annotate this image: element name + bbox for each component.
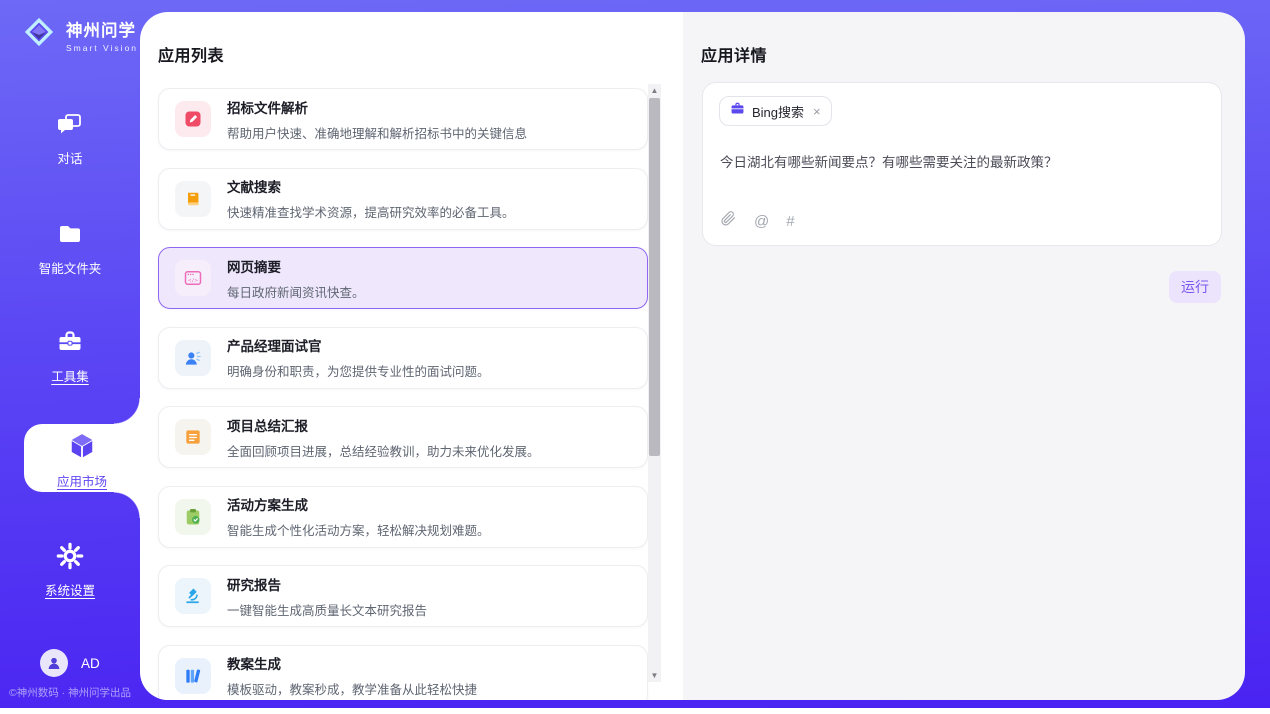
app-detail-panel: 应用详情 Bing搜索 × 今日湖北有哪些新闻要点？有哪些需要关注的最新政策？ (683, 12, 1245, 700)
sidebar: 神州问学 Smart Vision 对话 智能文件夹 (0, 0, 140, 708)
avatar (40, 649, 68, 677)
diamond-logo-icon (20, 13, 58, 56)
list-item-research-report[interactable]: 研究报告 一键智能生成高质量长文本研究报告 (158, 565, 648, 627)
sidebar-item-label: 对话 (0, 148, 140, 167)
app-list: 招标文件解析 帮助用户快速、准确地理解和解析招标书中的关键信息 文献搜索 快速精… (158, 88, 648, 700)
scroll-up-icon[interactable]: ▲ (648, 84, 661, 97)
briefcase-icon (730, 101, 745, 121)
list-item-literature-search[interactable]: 文献搜索 快速精准查找学术资源，提高研究效率的必备工具。 (158, 168, 648, 230)
sidebar-item-smart-folders[interactable]: 智能文件夹 (0, 220, 140, 277)
webpage-code-icon: </> (175, 260, 211, 296)
svg-text:</>: </> (188, 278, 199, 284)
sidebar-item-chat[interactable]: 对话 (0, 110, 140, 167)
sidebar-item-toolset[interactable]: 工具集 (0, 328, 140, 385)
toolbox-icon (56, 343, 84, 360)
tool-tag-label: Bing搜索 (752, 102, 804, 121)
app-name: 活动方案生成 (227, 494, 490, 514)
app-description: 全面回顾项目进展，总结经验教训，助力未来优化发展。 (227, 441, 540, 460)
app-description: 明确身份和职责，为您提供专业性的面试问题。 (227, 361, 490, 380)
list-scrollbar[interactable]: ▲ ▼ (648, 84, 661, 682)
sidebar-item-label: 智能文件夹 (0, 258, 140, 277)
chat-icon (56, 125, 84, 142)
app-name: 项目总结汇报 (227, 415, 540, 435)
user-initials: AD (81, 656, 100, 671)
list-item-bid-parsing[interactable]: 招标文件解析 帮助用户快速、准确地理解和解析招标书中的关键信息 (158, 88, 648, 150)
user-account[interactable]: AD (40, 649, 100, 677)
paperclip-icon[interactable] (720, 210, 737, 232)
at-mention-icon[interactable]: @ (754, 214, 769, 229)
app-description: 每日政府新闻资讯快查。 (227, 282, 365, 301)
microscope-icon (175, 578, 211, 614)
note-icon (175, 419, 211, 455)
sidebar-item-app-market[interactable]: 应用市场 (24, 424, 140, 492)
app-name: 文献搜索 (227, 176, 515, 196)
list-item-pm-interviewer[interactable]: 产品经理面试官 明确身份和职责，为您提供专业性的面试问题。 (158, 327, 648, 389)
pen-edit-icon (175, 101, 211, 137)
list-item-event-plan[interactable]: 活动方案生成 智能生成个性化活动方案，轻松解决规划难题。 (158, 486, 648, 548)
run-button[interactable]: 运行 (1169, 271, 1221, 303)
sidebar-item-label: 应用市场 (24, 471, 140, 490)
sidebar-item-label: 系统设置 (0, 580, 140, 599)
close-icon[interactable]: × (813, 104, 821, 119)
gear-icon (56, 557, 84, 574)
folder-icon (56, 235, 84, 252)
app-list-title: 应用列表 (158, 42, 224, 66)
app-name: 研究报告 (227, 574, 427, 594)
query-text[interactable]: 今日湖北有哪些新闻要点？有哪些需要关注的最新政策？ (720, 151, 1058, 171)
clipboard-check-icon (175, 499, 211, 535)
book-icon (175, 181, 211, 217)
app-description: 一键智能生成高质量长文本研究报告 (227, 600, 427, 619)
app-detail-title: 应用详情 (701, 42, 767, 66)
person-icon (46, 655, 62, 671)
list-item-webpage-summary[interactable]: </> 网页摘要 每日政府新闻资讯快查。 (158, 247, 648, 309)
scroll-down-icon[interactable]: ▼ (648, 669, 661, 682)
sidebar-item-label: 工具集 (0, 366, 140, 385)
copyright-text: ©神州数码 · 神州问学出品 (0, 685, 140, 700)
main-window: 应用列表 招标文件解析 帮助用户快速、准确地理解和解析招标书中的关键信息 (140, 12, 1245, 700)
books-icon (175, 658, 211, 694)
sidebar-item-settings[interactable]: 系统设置 (0, 542, 140, 599)
app-name: 网页摘要 (227, 256, 365, 276)
scrollbar-thumb[interactable] (649, 98, 660, 456)
list-item-lesson-plan[interactable]: 教案生成 模板驱动，教案秒成，教学准备从此轻松快捷 (158, 645, 648, 701)
app-list-panel: 应用列表 招标文件解析 帮助用户快速、准确地理解和解析招标书中的关键信息 (140, 12, 683, 700)
tool-tag-bing-search[interactable]: Bing搜索 × (719, 96, 832, 126)
app-description: 帮助用户快速、准确地理解和解析招标书中的关键信息 (227, 123, 527, 142)
interviewer-icon (175, 340, 211, 376)
cube-icon (67, 448, 97, 465)
logo-title: 神州问学 (66, 17, 138, 41)
app-name: 产品经理面试官 (227, 335, 490, 355)
list-item-project-summary[interactable]: 项目总结汇报 全面回顾项目进展，总结经验教训，助力未来优化发展。 (158, 406, 648, 468)
composer-toolbar: @ # (720, 210, 795, 232)
logo: 神州问学 Smart Vision (20, 13, 138, 56)
app-name: 招标文件解析 (227, 97, 527, 117)
app-description: 快速精准查找学术资源，提高研究效率的必备工具。 (227, 202, 515, 221)
app-name: 教案生成 (227, 653, 477, 673)
app-description: 模板驱动，教案秒成，教学准备从此轻松快捷 (227, 679, 477, 698)
logo-subtitle: Smart Vision (66, 43, 138, 53)
prompt-composer[interactable]: Bing搜索 × 今日湖北有哪些新闻要点？有哪些需要关注的最新政策？ @ # (702, 82, 1222, 246)
app-description: 智能生成个性化活动方案，轻松解决规划难题。 (227, 520, 490, 539)
hash-tag-icon[interactable]: # (786, 214, 794, 229)
